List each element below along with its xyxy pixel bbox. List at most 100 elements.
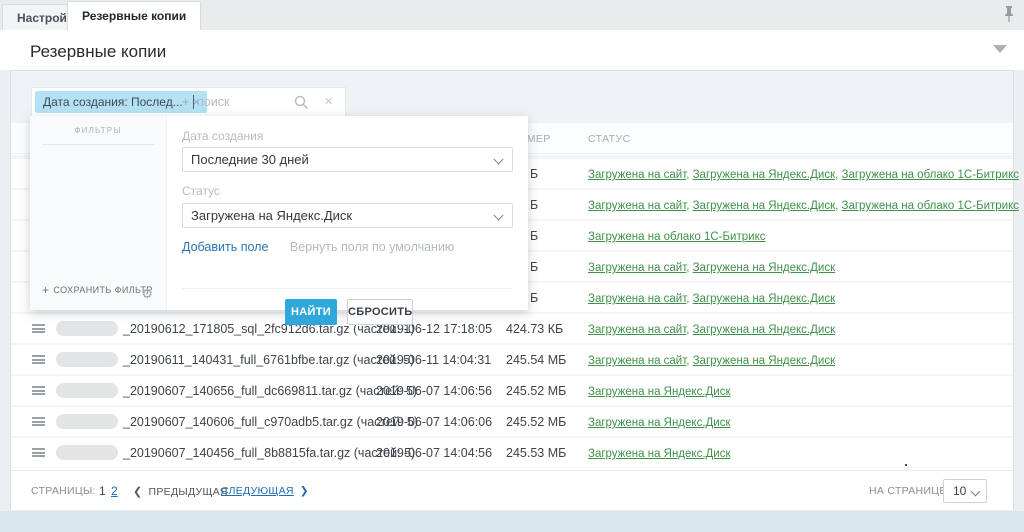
chevron-down-icon [971,487,981,497]
pin-icon[interactable] [1002,6,1016,23]
filter-buttons: НАЙТИ СБРОСИТЬ [182,299,513,325]
column-header-status[interactable]: СТАТУС [588,133,631,145]
filters-sidebar-title: ФИЛЬТРЫ [30,126,166,135]
backup-statuses: Загружена на сайт, Загружена на Яндекс.Д… [588,167,1019,181]
backup-date: 2019-06-07 14:04:56 [376,446,492,460]
row-menu-icon[interactable] [32,355,45,364]
reset-button[interactable]: СБРОСИТЬ [347,299,413,325]
next-page-button[interactable]: СЛЕДУЮЩАЯ❯ [221,485,309,497]
backup-date: 2019-06-07 14:06:06 [376,415,492,429]
backup-statuses: Загружена на Яндекс.Диск [588,384,731,398]
page-menu-caret-icon[interactable] [993,45,1007,53]
status-link[interactable]: Загружена на сайт [588,200,686,212]
tab-bar: Настройки Резервные копии [0,0,1024,30]
search-clear-icon[interactable]: × [324,93,333,110]
status-link[interactable]: Загружена на Яндекс.Диск [693,355,836,367]
find-button[interactable]: НАЙТИ [285,299,337,325]
backup-statuses: Загружена на Яндекс.Диск [588,415,731,429]
status-link[interactable]: Загружена на Яндекс.Диск [693,200,836,212]
status-link[interactable]: Загружена на сайт [588,169,686,181]
backup-size: 424.73 КБ [506,322,563,336]
search-placeholder: поиск [197,95,229,109]
redacted-site-name [56,352,118,367]
chevron-down-icon [494,211,504,221]
status-link[interactable]: Загружена на облако 1С-Битрикс [588,231,765,243]
plus-icon: + [42,283,49,297]
status-link[interactable]: Загружена на сайт [588,324,686,336]
filter-field-links: Добавить поле Вернуть поля по умолчанию [182,240,513,254]
filter-presets-sidebar: ФИЛЬТРЫ +СОХРАНИТЬ ФИЛЬТР ⚙ [30,116,167,310]
backup-statuses: Загружена на сайт, Загружена на Яндекс.Д… [588,353,835,367]
page-number-current: 1 [99,484,106,498]
status-link[interactable]: Загружена на Яндекс.Диск [693,169,836,181]
per-page-label: НА СТРАНИЦЕ: [869,485,950,497]
table-row: _20190611_140431_full_6761bfbe.tar.gz (ч… [11,345,1013,374]
field-label-date-created: Дата создания [182,129,513,143]
tab-backups[interactable]: Резервные копии [67,1,201,30]
status-link[interactable]: Загружена на облако 1С-Битрикс [842,200,1019,212]
backup-file-name: _20190607_140656_full_dc669811.tar.gz (ч… [123,384,417,398]
divider [42,144,154,145]
status-link[interactable]: Загружена на Яндекс.Диск [693,262,836,274]
table-row: _20190607_140606_full_c970adb5.tar.gz (ч… [11,407,1013,436]
status-link[interactable]: Загружена на Яндекс.Диск [693,324,836,336]
status-link[interactable]: Загружена на Яндекс.Диск [588,448,731,460]
add-filter-plus-icon[interactable]: + [182,94,190,109]
table-row: _20190607_140656_full_dc669811.tar.gz (ч… [11,376,1013,405]
gear-icon[interactable]: ⚙ [141,287,153,300]
field-label-status: Статус [182,184,513,198]
filter-chip-label: Дата создания: Послед... [43,95,183,109]
backup-size: 245.52 МБ [506,415,566,429]
row-menu-icon[interactable] [32,386,45,395]
pages-label: СТРАНИЦЫ: [31,485,96,497]
row-menu-icon[interactable] [32,417,45,426]
backup-file-name: _20190607_140606_full_c970adb5.tar.gz (ч… [123,415,418,429]
redacted-site-name [56,414,118,429]
redacted-site-name [56,445,118,460]
add-field-link[interactable]: Добавить поле [182,240,268,254]
backup-statuses: Загружена на сайт, Загружена на Яндекс.Д… [588,260,835,274]
page-number-link[interactable]: 2 [111,484,118,498]
status-link[interactable]: Загружена на облако 1С-Битрикс [842,169,1019,181]
status-select[interactable]: Загружена на Яндекс.Диск [182,203,513,228]
reset-fields-link[interactable]: Вернуть поля по умолчанию [290,240,454,254]
prev-page-button[interactable]: ❮ПРЕДЫДУЩАЯ [133,485,228,498]
status-link[interactable]: Загружена на сайт [588,262,686,274]
page-title: Резервные копии [30,42,166,62]
search-icon[interactable] [294,95,309,115]
title-band: Резервные копии [0,30,1024,70]
text-caret [193,95,194,109]
filter-form: Дата создания Последние 30 дней Статус З… [182,116,513,235]
save-filter-button[interactable]: +СОХРАНИТЬ ФИЛЬТР [42,283,153,297]
redacted-site-name [56,321,118,336]
filter-search-input[interactable]: Дата создания: Послед... × + поиск × [31,87,346,117]
date-created-select[interactable]: Последние 30 дней [182,147,513,172]
backup-statuses: Загружена на Яндекс.Диск [588,446,731,460]
status-link[interactable]: Загружена на сайт [588,355,686,367]
status-link[interactable]: Загружена на Яндекс.Диск [588,386,731,398]
backup-size: 245.52 МБ [506,384,566,398]
row-menu-icon[interactable] [32,324,45,333]
chevron-left-icon: ❮ [133,486,143,498]
redacted-site-name [56,383,118,398]
filter-panel: ФИЛЬТРЫ +СОХРАНИТЬ ФИЛЬТР ⚙ Дата создани… [30,116,528,310]
backup-file-name: _20190611_140431_full_6761bfbe.tar.gz (ч… [123,353,414,367]
divider [182,288,513,289]
backup-date: 2019-06-11 14:04:31 [376,353,491,367]
per-page-select[interactable]: 10 [943,479,987,503]
bottom-strip [0,511,1024,532]
chevron-right-icon: ❯ [300,485,309,497]
backup-statuses: Загружена на облако 1С-Битрикс [588,229,765,243]
status-link[interactable]: Загружена на Яндекс.Диск [693,293,836,305]
filter-chip-date-created[interactable]: Дата создания: Послед... × [35,91,207,113]
backup-date: 2019-06-07 14:06:56 [376,384,492,398]
status-link[interactable]: Загружена на Яндекс.Диск [588,417,731,429]
screen-artifact-dot [905,464,907,466]
backup-statuses: Загружена на сайт, Загружена на Яндекс.Д… [588,198,1019,212]
chevron-down-icon [494,155,504,165]
status-link[interactable]: Загружена на сайт [588,293,686,305]
row-menu-icon[interactable] [32,448,45,457]
backup-statuses: Загружена на сайт, Загружена на Яндекс.Д… [588,291,835,305]
backup-statuses: Загружена на сайт, Загружена на Яндекс.Д… [588,322,835,336]
backup-file-name: _20190607_140456_full_8b8815fa.tar.gz (ч… [123,446,415,460]
